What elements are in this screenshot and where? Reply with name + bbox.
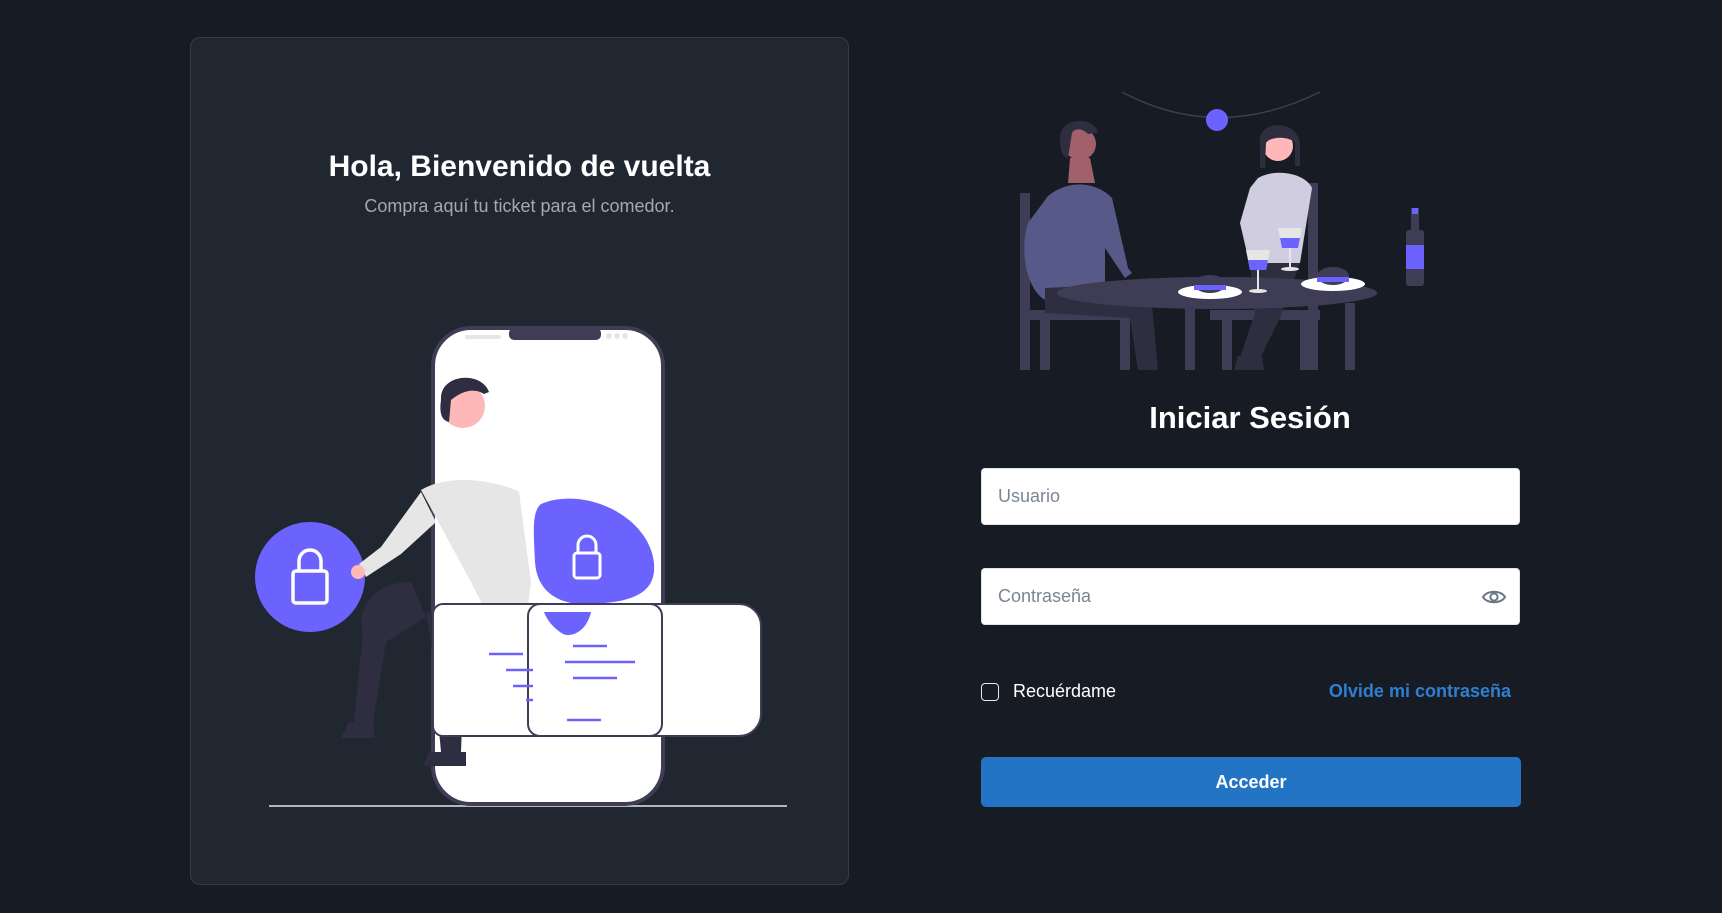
login-submit-button[interactable]: Acceder bbox=[981, 757, 1521, 807]
remember-me-checkbox[interactable] bbox=[981, 682, 999, 701]
eye-icon[interactable] bbox=[1481, 585, 1507, 609]
password-field[interactable] bbox=[981, 568, 1520, 625]
username-field[interactable] bbox=[981, 468, 1520, 525]
forgot-password-link[interactable]: Olvide mi contraseña bbox=[1329, 681, 1511, 702]
password-input[interactable] bbox=[982, 569, 1519, 624]
login-page: Hola, Bienvenido de vuelta Compra aquí t… bbox=[0, 0, 1722, 913]
dinner-illustration bbox=[1020, 91, 1424, 370]
welcome-card: Hola, Bienvenido de vuelta Compra aquí t… bbox=[190, 37, 849, 885]
phone-security-illustration bbox=[255, 326, 787, 807]
username-input[interactable] bbox=[982, 469, 1519, 524]
remember-me-toggle[interactable]: Recuérdame bbox=[981, 681, 1116, 702]
remember-me-label: Recuérdame bbox=[1013, 681, 1117, 701]
login-title: Iniciar Sesión bbox=[1149, 400, 1351, 435]
welcome-title: Hola, Bienvenido de vuelta bbox=[328, 150, 711, 183]
welcome-subtitle: Compra aquí tu ticket para el comedor. bbox=[364, 196, 675, 216]
